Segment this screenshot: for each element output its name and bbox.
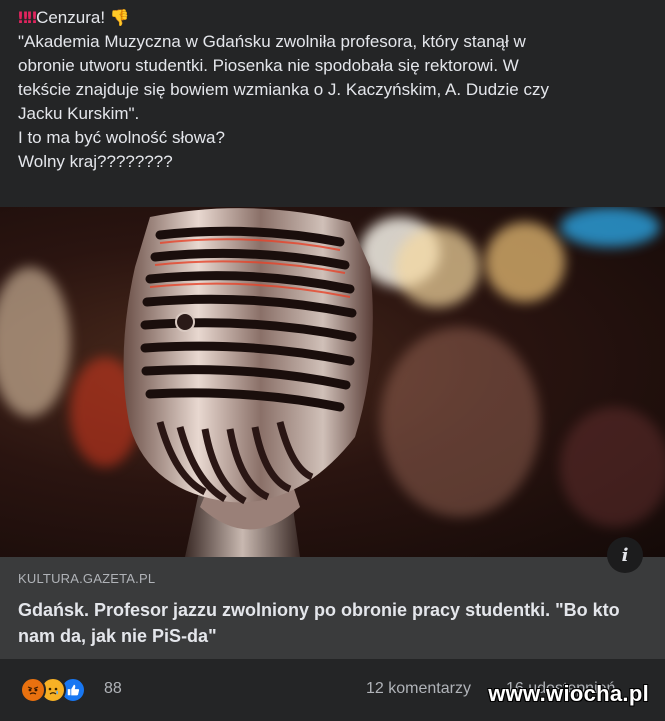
- reaction-count[interactable]: 88: [104, 680, 122, 698]
- thumbs-down-icon: 👎: [109, 8, 130, 27]
- post-footer: 88 12 komentarzy 16 udostępnień www.wioc…: [0, 659, 665, 721]
- post-line: Jacku Kurskim".: [18, 104, 140, 123]
- microphone-illustration: [123, 208, 373, 557]
- angry-icon: [20, 677, 46, 703]
- post-line: Wolny kraj????????: [18, 152, 173, 171]
- post-line: I to ma być wolność słowa?: [18, 128, 225, 147]
- post-line: tekście znajduje się bowiem wzmianka o J…: [18, 80, 549, 99]
- comments-count[interactable]: 12 komentarzy: [366, 680, 471, 698]
- info-icon[interactable]: i: [607, 537, 643, 573]
- reaction-icons[interactable]: [20, 677, 86, 703]
- post-line: "Akademia Muzyczna w Gdańsku zwolniła pr…: [18, 32, 526, 51]
- post-line: obronie utworu studentki. Piosenka nie s…: [18, 56, 519, 75]
- link-domain: KULTURA.GAZETA.PL: [18, 571, 156, 586]
- double-exclamation-icon: ‼‼: [18, 8, 37, 27]
- post-line-1: ‼‼Cenzura! 👎: [18, 6, 648, 30]
- link-preview-card[interactable]: KULTURA.GAZETA.PL Gdańsk. Profesor jazzu…: [0, 557, 665, 659]
- post-text: ‼‼Cenzura! 👎 "Akademia Muzyczna w Gdańsk…: [18, 6, 648, 174]
- watermark: www.wiocha.pl: [488, 681, 649, 706]
- post-heading: Cenzura!: [36, 8, 106, 27]
- link-preview-image[interactable]: [0, 207, 665, 557]
- link-title[interactable]: Gdańsk. Profesor jazzu zwolniony po obro…: [18, 597, 628, 649]
